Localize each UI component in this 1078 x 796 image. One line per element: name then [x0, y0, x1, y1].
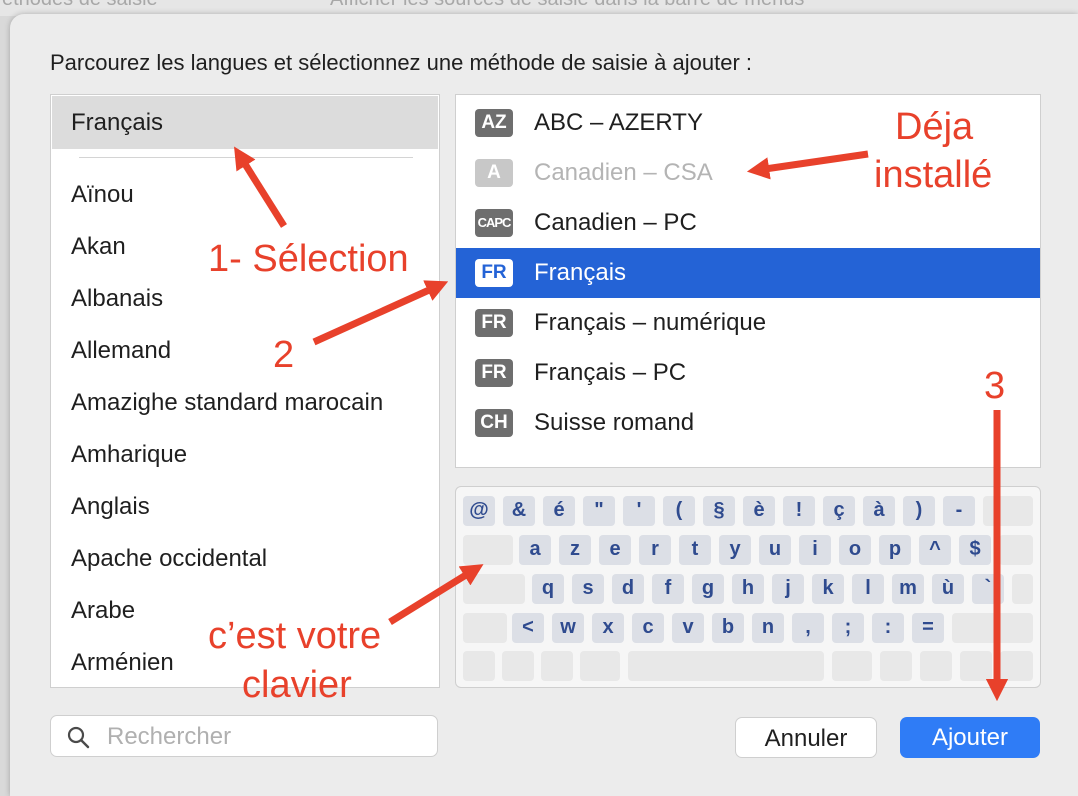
annotation-keyboard-line1: c’est votre: [208, 615, 382, 657]
annotation-arrow-selection: [234, 146, 287, 228]
annotation-arrow-keyboard: [388, 564, 484, 625]
annotation-keyboard-line2: clavier: [242, 664, 352, 706]
annotation-installed-line2: installé: [874, 154, 993, 196]
annotation-installed-line1: Déja: [895, 106, 974, 148]
annotation-arrow-step2: [312, 280, 449, 346]
annotation-step3: 3: [984, 365, 1006, 407]
annotation-selection: 1- Sélection: [208, 238, 409, 280]
annotation-step2: 2: [273, 334, 295, 376]
annotation-arrow-installed: [746, 150, 869, 180]
